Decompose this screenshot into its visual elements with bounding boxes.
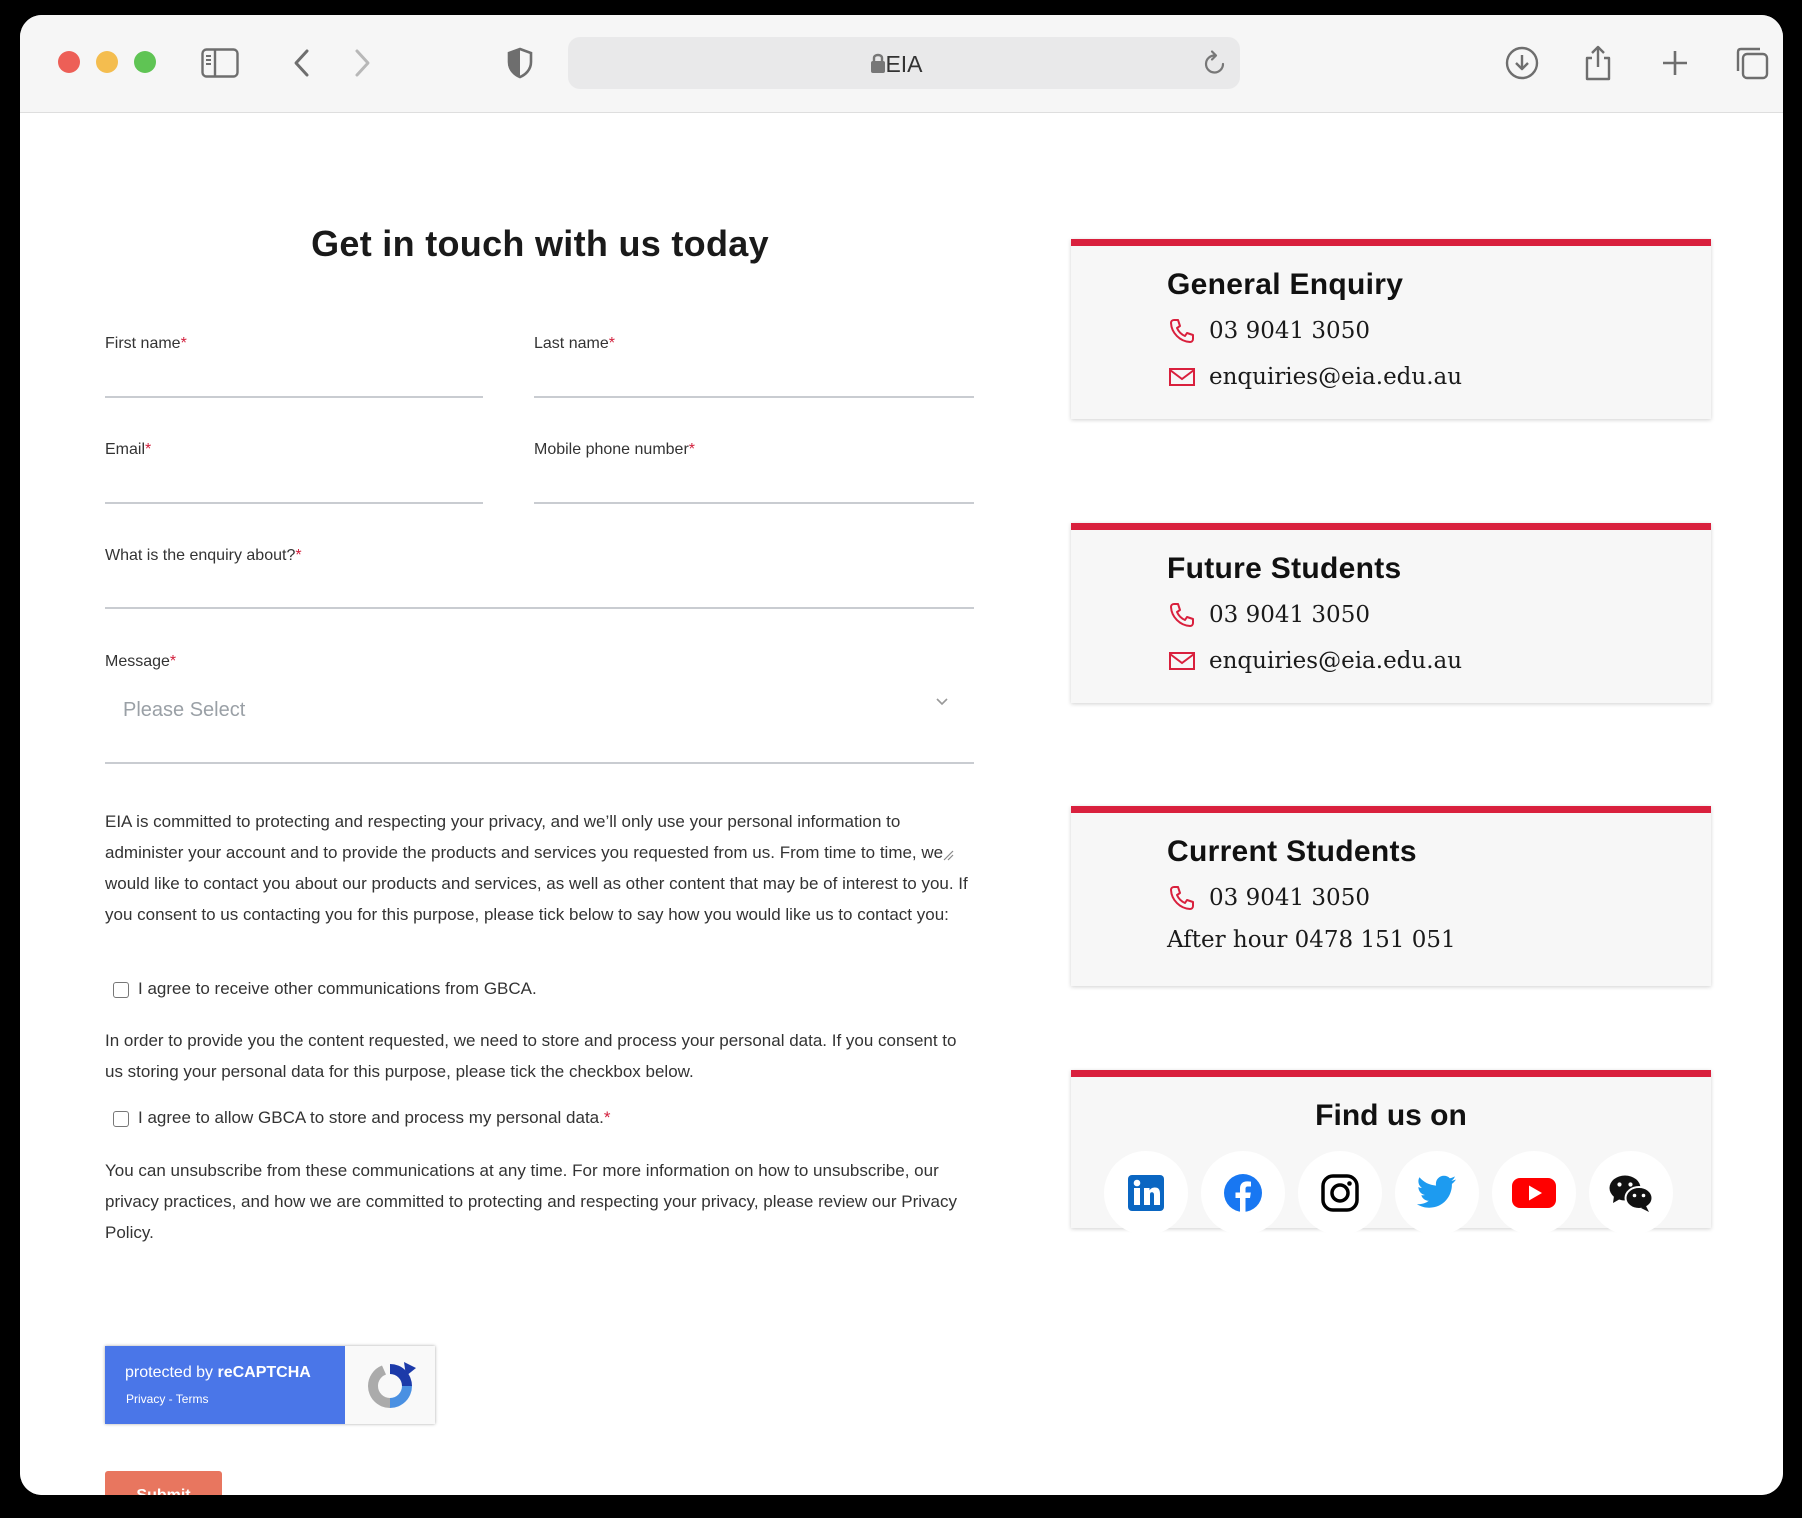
- consent-storage-label: I agree to allow GBCA to store and proce…: [138, 1108, 611, 1127]
- share-icon[interactable]: [1578, 43, 1618, 83]
- future-phone-row[interactable]: 03 9041 3050: [1167, 600, 1370, 630]
- zoom-window-button[interactable]: [134, 51, 156, 73]
- browser-toolbar: EIA: [20, 15, 1783, 113]
- youtube-icon[interactable]: [1492, 1151, 1576, 1235]
- recaptcha-protected-label: protected by reCAPTCHA: [125, 1364, 311, 1381]
- last-name-label: Last name*: [534, 335, 615, 352]
- first-name-input[interactable]: [105, 396, 483, 398]
- back-icon[interactable]: [282, 43, 322, 83]
- general-enquiry-card: General Enquiry 03 9041 3050 enquiries@e…: [1071, 239, 1711, 419]
- consent-storage-checkbox[interactable]: [113, 1111, 129, 1127]
- mobile-input[interactable]: [534, 502, 974, 504]
- phone-icon: [1167, 600, 1197, 630]
- shield-icon[interactable]: [500, 43, 540, 83]
- general-email-row[interactable]: enquiries@eia.edu.au: [1167, 362, 1462, 392]
- facebook-icon[interactable]: [1201, 1151, 1285, 1235]
- general-email: enquiries@eia.edu.au: [1209, 364, 1463, 390]
- enquiry-select-placeholder: Please Select: [123, 699, 246, 721]
- general-enquiry-title: General Enquiry: [1167, 268, 1404, 301]
- new-tab-icon[interactable]: [1655, 43, 1695, 83]
- general-phone-row[interactable]: 03 9041 3050: [1167, 316, 1370, 346]
- sidebar-toggle-icon[interactable]: [200, 43, 240, 83]
- future-phone: 03 9041 3050: [1209, 602, 1370, 628]
- storage-paragraph: In order to provide you the content requ…: [105, 1031, 957, 1081]
- future-students-title: Future Students: [1167, 552, 1402, 585]
- email-label: Email*: [105, 441, 152, 458]
- first-name-label: First name*: [105, 335, 187, 352]
- twitter-icon[interactable]: [1395, 1151, 1479, 1235]
- minimize-window-button[interactable]: [96, 51, 118, 73]
- last-name-input[interactable]: [534, 396, 974, 398]
- enquiry-select[interactable]: [105, 607, 974, 609]
- address-bar[interactable]: EIA: [568, 37, 1240, 89]
- mail-icon: [1167, 362, 1197, 392]
- message-textarea[interactable]: [105, 762, 974, 764]
- page-title: Get in touch with us today: [311, 223, 769, 264]
- current-phone: 03 9041 3050: [1209, 885, 1370, 911]
- find-us-title: Find us on: [1315, 1099, 1467, 1132]
- reload-icon[interactable]: [1202, 49, 1228, 82]
- future-email: enquiries@eia.edu.au: [1209, 648, 1463, 674]
- phone-icon: [1167, 316, 1197, 346]
- browser-window: EIA Get in touch with us today First nam…: [20, 15, 1783, 1495]
- recaptcha-badge[interactable]: protected by reCAPTCHA Privacy - Terms: [105, 1346, 435, 1424]
- phone-icon: [1167, 883, 1197, 913]
- download-icon[interactable]: [1502, 43, 1542, 83]
- future-email-row[interactable]: enquiries@eia.edu.au: [1167, 646, 1462, 676]
- unsubscribe-paragraph: You can unsubscribe from these communica…: [105, 1161, 957, 1242]
- recaptcha-text-panel: protected by reCAPTCHA Privacy - Terms: [105, 1346, 345, 1424]
- future-students-card: Future Students 03 9041 3050 enquiries@e…: [1071, 523, 1711, 703]
- email-input[interactable]: [105, 502, 483, 504]
- instagram-icon[interactable]: [1298, 1151, 1382, 1235]
- message-label: Message*: [105, 653, 177, 670]
- submit-button[interactable]: Submit: [105, 1471, 222, 1495]
- wechat-icon[interactable]: [1589, 1151, 1673, 1235]
- chevron-down-icon[interactable]: [935, 693, 949, 711]
- url-text: EIA: [885, 51, 923, 77]
- consent-comms-label: I agree to receive other communications …: [138, 979, 537, 998]
- tab-overview-icon[interactable]: [1732, 43, 1772, 83]
- forward-icon[interactable]: [342, 43, 382, 83]
- after-hours-text: After hour 0478 151 051: [1167, 927, 1456, 953]
- current-phone-row[interactable]: 03 9041 3050: [1167, 883, 1370, 913]
- recaptcha-privacy-terms-link[interactable]: Privacy - Terms: [126, 1392, 208, 1406]
- current-students-card: Current Students 03 9041 3050 After hour…: [1071, 806, 1711, 986]
- mobile-label: Mobile phone number*: [534, 441, 695, 458]
- linkedin-icon[interactable]: [1104, 1151, 1188, 1235]
- find-us-card: Find us on: [1071, 1070, 1711, 1235]
- mail-icon: [1167, 646, 1197, 676]
- page-content: Get in touch with us today First name* L…: [20, 113, 1783, 1495]
- current-students-title: Current Students: [1167, 835, 1417, 868]
- close-window-button[interactable]: [58, 51, 80, 73]
- privacy-paragraph: EIA is committed to protecting and respe…: [105, 812, 968, 924]
- recaptcha-logo-icon: [360, 1356, 420, 1421]
- enquiry-label: What is the enquiry about?*: [105, 547, 302, 564]
- consent-comms-checkbox[interactable]: [113, 982, 129, 998]
- general-phone: 03 9041 3050: [1209, 318, 1370, 344]
